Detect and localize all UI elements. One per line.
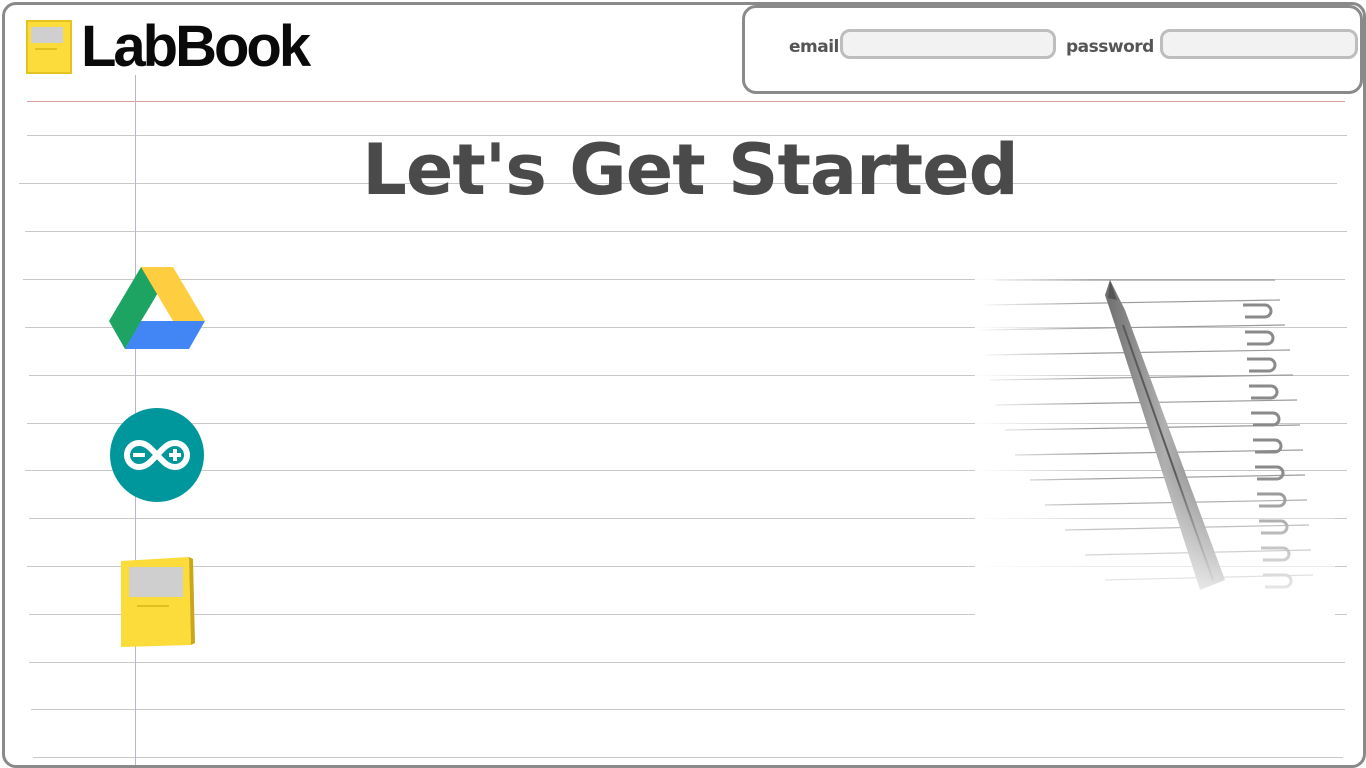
page-title: Let's Get Started xyxy=(362,129,1018,211)
app-logo[interactable]: LabBook xyxy=(25,14,311,79)
google-drive-icon[interactable] xyxy=(109,263,205,349)
password-input[interactable] xyxy=(1160,29,1358,59)
notebook-logo-icon xyxy=(26,20,72,74)
notebook-pencil-illustration xyxy=(975,250,1335,620)
arduino-icon[interactable] xyxy=(109,407,205,503)
header-divider xyxy=(27,101,1345,102)
login-panel: email password xyxy=(742,5,1363,94)
email-label: email xyxy=(789,37,839,57)
app-name: LabBook xyxy=(81,14,311,79)
password-label: password xyxy=(1066,37,1154,57)
email-input[interactable] xyxy=(840,29,1056,59)
page-frame: LabBook email password Let's Get Started xyxy=(2,2,1366,768)
labbook-notebook-icon[interactable] xyxy=(117,555,197,649)
